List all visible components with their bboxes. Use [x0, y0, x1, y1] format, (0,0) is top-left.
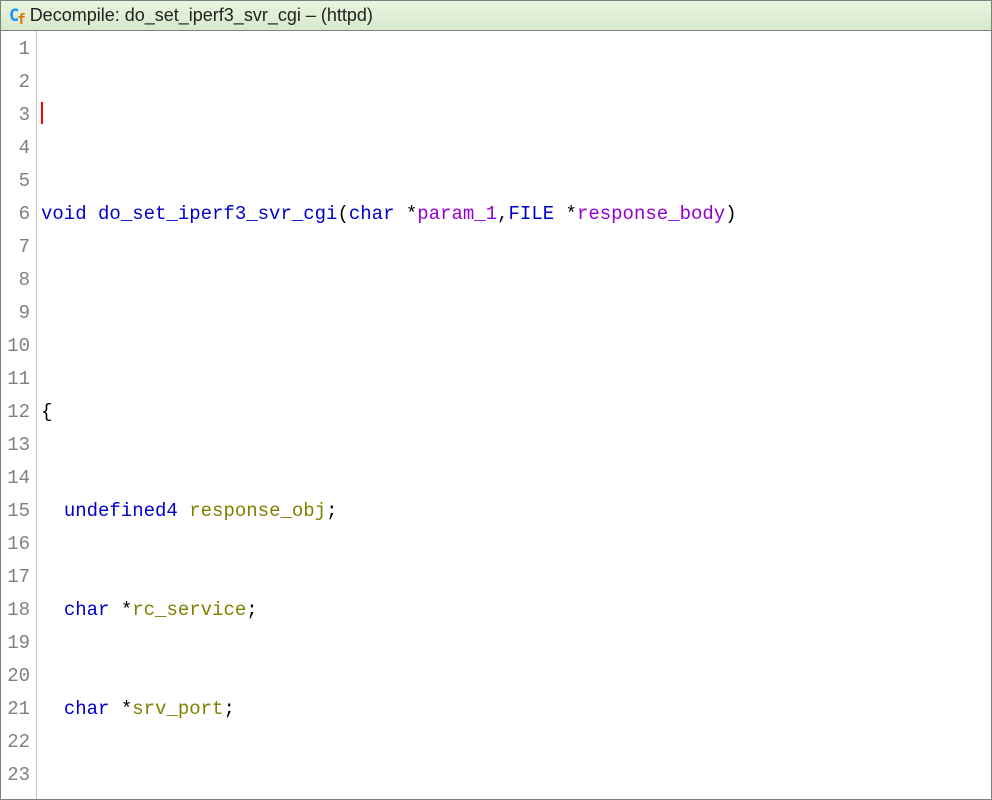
line-number: 2	[5, 66, 30, 99]
code-line: char *rc_service;	[41, 594, 991, 627]
line-number: 14	[5, 462, 30, 495]
code-line: char *srv_port;	[41, 693, 991, 726]
line-number: 16	[5, 528, 30, 561]
code-line	[41, 297, 991, 330]
line-number: 1	[5, 33, 30, 66]
line-number: 17	[5, 561, 30, 594]
code-view[interactable]: void do_set_iperf3_svr_cgi(char *param_1…	[37, 31, 991, 799]
line-number: 15	[5, 495, 30, 528]
titlebar: Cf Decompile: do_set_iperf3_svr_cgi – (h…	[1, 1, 991, 31]
line-number: 19	[5, 627, 30, 660]
function-icon: Cf	[9, 6, 24, 26]
line-number: 8	[5, 264, 30, 297]
line-number: 23	[5, 759, 30, 792]
code-line	[41, 99, 991, 132]
line-number: 20	[5, 660, 30, 693]
line-number: 11	[5, 363, 30, 396]
decompiler-window: Cf Decompile: do_set_iperf3_svr_cgi – (h…	[0, 0, 992, 800]
line-gutter: 1234567891011121314151617181920212223	[1, 31, 37, 799]
code-line	[41, 792, 991, 799]
line-number: 5	[5, 165, 30, 198]
code-line: void do_set_iperf3_svr_cgi(char *param_1…	[41, 198, 991, 231]
code-line: {	[41, 396, 991, 429]
code-area[interactable]: 1234567891011121314151617181920212223 vo…	[1, 31, 991, 799]
line-number: 12	[5, 396, 30, 429]
line-number: 4	[5, 132, 30, 165]
line-number: 18	[5, 594, 30, 627]
code-line: undefined4 response_obj;	[41, 495, 991, 528]
line-number: 13	[5, 429, 30, 462]
line-number: 22	[5, 726, 30, 759]
line-number: 21	[5, 693, 30, 726]
line-number: 6	[5, 198, 30, 231]
line-number: 9	[5, 297, 30, 330]
line-number: 10	[5, 330, 30, 363]
line-number: 7	[5, 231, 30, 264]
line-number: 3	[5, 99, 30, 132]
text-cursor	[41, 102, 43, 124]
title-text: Decompile: do_set_iperf3_svr_cgi – (http…	[30, 5, 373, 26]
